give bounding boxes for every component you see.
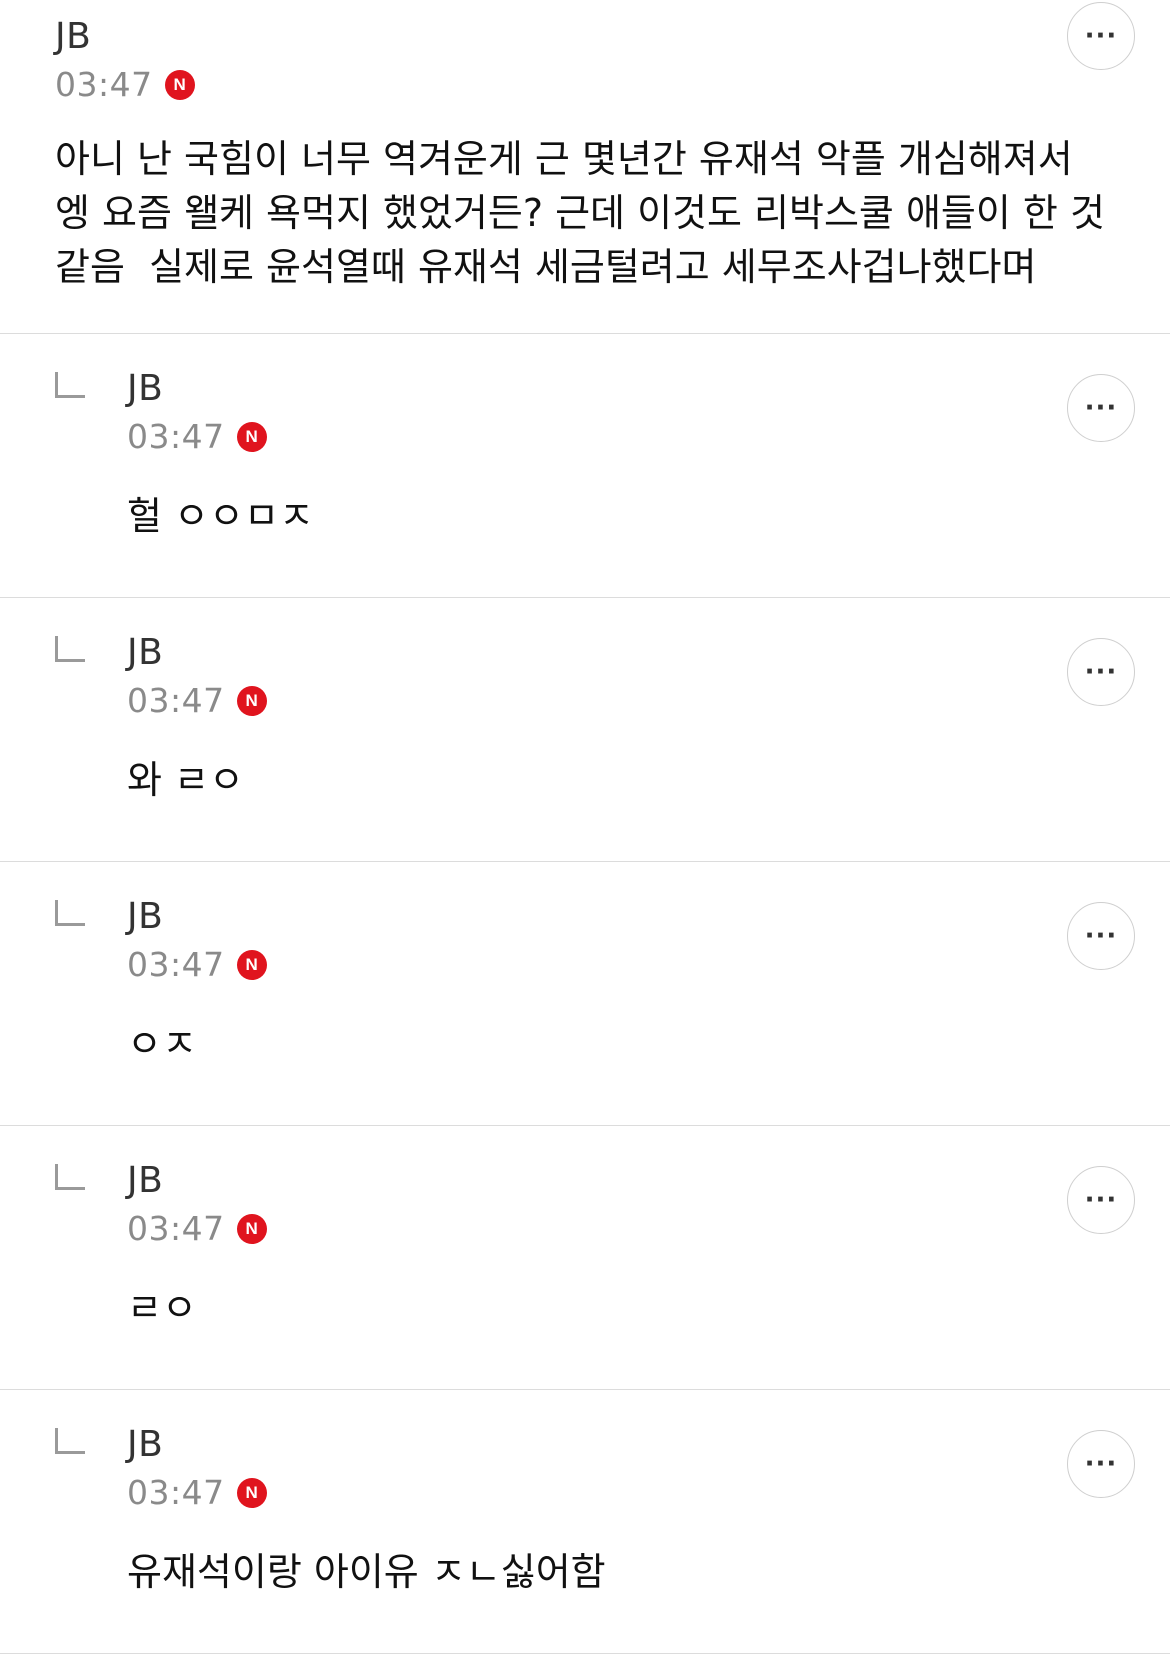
- reply-arrow-icon: [55, 900, 85, 926]
- comment-author[interactable]: JB: [55, 0, 1170, 57]
- reply-item: JB 03:47 N 유재석이랑 아이유 ㅈㄴ싫어함 ···: [0, 1390, 1170, 1654]
- reply-item: JB 03:47 N 와 ㄹㅇ ···: [0, 598, 1170, 862]
- comment-text: 헐 ㅇㅇㅁㅈ: [127, 494, 314, 538]
- comment-meta: 03:47 N: [127, 1210, 1170, 1248]
- comment-meta: 03:47 N: [127, 946, 1170, 984]
- comment-author[interactable]: JB: [127, 1390, 1170, 1465]
- comment-item: JB 03:47 N 아니 난 국힘이 너무 역겨운게 근 몇년간 유재석 악플…: [0, 0, 1170, 334]
- reply-arrow-icon: [55, 1164, 85, 1190]
- comment-meta: 03:47 N: [55, 66, 1170, 104]
- comment-text: 유재석이랑 아이유 ㅈㄴ싫어함: [127, 1550, 606, 1594]
- reply-arrow-icon: [55, 636, 85, 662]
- ellipsis-icon: ···: [1084, 657, 1118, 687]
- comment-meta: 03:47 N: [127, 418, 1170, 456]
- comment-time: 03:47: [55, 65, 153, 104]
- new-badge-icon: N: [236, 1214, 267, 1244]
- comment-text: ㄹㅇ: [127, 1286, 197, 1330]
- more-options-button[interactable]: ···: [1067, 374, 1135, 442]
- comment-time: 03:47: [127, 1209, 225, 1248]
- ellipsis-icon: ···: [1084, 1185, 1118, 1215]
- more-options-button[interactable]: ···: [1067, 1430, 1135, 1498]
- comment-time: 03:47: [127, 1473, 225, 1512]
- comment-meta: 03:47 N: [127, 1474, 1170, 1512]
- ellipsis-icon: ···: [1084, 1449, 1118, 1479]
- ellipsis-icon: ···: [1084, 21, 1118, 51]
- new-badge-icon: N: [236, 1478, 267, 1508]
- comment-text: 와 ㄹㅇ: [127, 758, 244, 802]
- more-options-button[interactable]: ···: [1067, 2, 1135, 70]
- ellipsis-icon: ···: [1084, 393, 1118, 423]
- comment-time: 03:47: [127, 417, 225, 456]
- reply-arrow-icon: [55, 1428, 85, 1454]
- new-badge-icon: N: [236, 422, 267, 452]
- comment-time: 03:47: [127, 681, 225, 720]
- comment-meta: 03:47 N: [127, 682, 1170, 720]
- new-badge-icon: N: [236, 686, 267, 716]
- comment-text: 아니 난 국힘이 너무 역겨운게 근 몇년간 유재석 악플 개심해져서 엥 요즘…: [55, 137, 1118, 289]
- new-badge-icon: N: [236, 950, 267, 980]
- ellipsis-icon: ···: [1084, 921, 1118, 951]
- more-options-button[interactable]: ···: [1067, 1166, 1135, 1234]
- comment-list: JB 03:47 N 아니 난 국힘이 너무 역겨운게 근 몇년간 유재석 악플…: [0, 0, 1170, 1654]
- comment-author[interactable]: JB: [127, 1126, 1170, 1201]
- more-options-button[interactable]: ···: [1067, 638, 1135, 706]
- reply-item: JB 03:47 N ㅇㅈ ···: [0, 862, 1170, 1126]
- comment-author[interactable]: JB: [127, 598, 1170, 673]
- comment-author[interactable]: JB: [127, 862, 1170, 937]
- reply-item: JB 03:47 N ㄹㅇ ···: [0, 1126, 1170, 1390]
- reply-arrow-icon: [55, 372, 85, 398]
- more-options-button[interactable]: ···: [1067, 902, 1135, 970]
- comment-text: ㅇㅈ: [127, 1022, 197, 1066]
- reply-item: JB 03:47 N 헐 ㅇㅇㅁㅈ ···: [0, 334, 1170, 598]
- comment-time: 03:47: [127, 945, 225, 984]
- new-badge-icon: N: [164, 70, 195, 100]
- comment-author[interactable]: JB: [127, 334, 1170, 409]
